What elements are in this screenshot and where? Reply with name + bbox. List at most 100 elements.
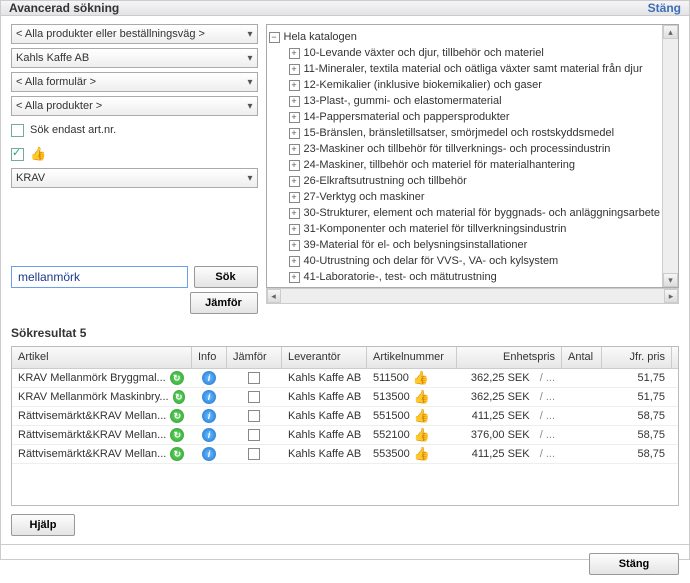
info-icon: i <box>202 409 216 423</box>
expand-icon[interactable]: + <box>289 240 300 251</box>
tree-item[interactable]: +24-Maskiner, tillbehör och materiel för… <box>269 157 661 173</box>
expand-icon[interactable]: + <box>289 208 300 219</box>
tree-item[interactable]: +31-Komponenter och materiel för tillver… <box>269 221 661 237</box>
collapse-icon[interactable]: − <box>269 32 280 43</box>
col-qty[interactable]: Antal <box>562 347 602 368</box>
expand-icon[interactable]: + <box>289 256 300 267</box>
cell-price: 362,25 SEK / ... <box>457 391 562 403</box>
col-info[interactable]: Info <box>192 347 227 368</box>
expand-icon[interactable]: + <box>289 160 300 171</box>
compare-checkbox[interactable] <box>248 391 260 403</box>
table-row[interactable]: KRAV Mellanmörk Bryggmal...↻i Kahls Kaffe… <box>12 369 678 388</box>
tree-item[interactable]: +13-Plast-, gummi- och elastomermaterial <box>269 93 661 109</box>
scroll-left-icon[interactable]: ◂ <box>267 289 281 303</box>
cell-compare[interactable] <box>227 410 282 422</box>
table-row[interactable]: Rättvisemärkt&KRAV Mellan...↻iKahls Kaff… <box>12 445 678 464</box>
tree-item-label: 10-Levande växter och djur, tillbehör oc… <box>304 47 544 59</box>
filter-products-select[interactable]: < Alla produkter >▾ <box>11 96 258 116</box>
tree-vscrollbar[interactable]: ▴ ▾ <box>662 25 678 287</box>
cell-refprice: 51,75 <box>602 391 672 403</box>
tree-item[interactable]: +27-Verktyg och maskiner <box>269 189 661 205</box>
expand-icon[interactable]: + <box>289 96 300 107</box>
expand-icon[interactable]: + <box>289 48 300 59</box>
tree-item[interactable]: +14-Pappersmaterial och pappersprodukter <box>269 109 661 125</box>
cell-info[interactable]: i <box>192 371 227 385</box>
tree-item[interactable]: +12-Kemikalier (inklusive biokemikalier)… <box>269 77 661 93</box>
cell-info[interactable]: i <box>192 428 227 442</box>
cell-compare[interactable] <box>227 372 282 384</box>
artnr-only-checkbox[interactable] <box>11 124 24 137</box>
expand-icon[interactable]: + <box>289 128 300 139</box>
tree-item[interactable]: +26-Elkraftsutrustning och tillbehör <box>269 173 661 189</box>
tree-item[interactable]: +40-Utrustning och delar för VVS-, VA- o… <box>269 253 661 269</box>
close-button[interactable]: Stäng <box>589 553 679 575</box>
thumb-up-icon: 👍 <box>414 408 430 424</box>
cell-compare[interactable] <box>227 429 282 441</box>
cell-supplier: Kahls Kaffe AB <box>282 372 367 384</box>
compare-checkbox[interactable] <box>248 429 260 441</box>
tree-root-label: Hela katalogen <box>284 31 357 43</box>
cell-compare[interactable] <box>227 448 282 460</box>
info-icon: i <box>202 428 216 442</box>
expand-icon[interactable]: + <box>289 80 300 91</box>
tree-item[interactable]: +39-Material för el- och belysningsinsta… <box>269 237 661 253</box>
col-supplier[interactable]: Leverantör <box>282 347 367 368</box>
chevron-down-icon: ▾ <box>247 29 252 40</box>
tree-item[interactable]: +30-Strukturer, element och material för… <box>269 205 661 221</box>
col-unit-price[interactable]: Enhetspris <box>457 347 562 368</box>
compare-checkbox[interactable] <box>248 372 260 384</box>
tree-item[interactable]: +10-Levande växter och djur, tillbehör o… <box>269 45 661 61</box>
chevron-down-icon: ▾ <box>247 173 252 184</box>
tree-item[interactable]: +15-Bränslen, bränsletillsatser, smörjme… <box>269 125 661 141</box>
filter-supplier-select[interactable]: Kahls Kaffe AB▾ <box>11 48 258 68</box>
table-row[interactable]: Rättvisemärkt&KRAV Mellan...↻iKahls Kaff… <box>12 426 678 445</box>
scroll-down-icon[interactable]: ▾ <box>663 273 678 287</box>
expand-icon[interactable]: + <box>289 144 300 155</box>
expand-icon[interactable]: + <box>289 192 300 203</box>
close-link[interactable]: Stäng <box>648 1 681 15</box>
compare-checkbox[interactable] <box>248 448 260 460</box>
filter-keyword-select[interactable]: KRAV ▾ <box>11 168 258 188</box>
tree-item-label: 40-Utrustning och delar för VVS-, VA- oc… <box>304 255 559 267</box>
help-button[interactable]: Hjälp <box>11 514 75 536</box>
tree-item[interactable]: +42-Medicinsk utrustning, tillbehör och … <box>269 285 661 287</box>
tree-item-label: 13-Plast-, gummi- och elastomermaterial <box>304 95 502 107</box>
table-row[interactable]: Rättvisemärkt&KRAV Mellan...↻iKahls Kaff… <box>12 407 678 426</box>
expand-icon[interactable]: + <box>289 224 300 235</box>
filter-product-path-select[interactable]: < Alla produkter eller beställningsväg >… <box>11 24 258 44</box>
filter-forms-select[interactable]: < Alla formulär >▾ <box>11 72 258 92</box>
scroll-right-icon[interactable]: ▸ <box>664 289 678 303</box>
tree-item-label: 30-Strukturer, element och material för … <box>304 207 661 219</box>
scroll-up-icon[interactable]: ▴ <box>663 25 678 39</box>
col-ref-price[interactable]: Jfr. pris <box>602 347 672 368</box>
thumb-filter-checkbox[interactable] <box>11 148 24 161</box>
compare-checkbox[interactable] <box>248 410 260 422</box>
col-artnum[interactable]: Artikelnummer <box>367 347 457 368</box>
tree-hscrollbar[interactable]: ◂ ▸ <box>266 288 680 304</box>
cell-refprice: 58,75 <box>602 448 672 460</box>
filter-panel: < Alla produkter eller beställningsväg >… <box>11 24 258 314</box>
cell-info[interactable]: i <box>192 390 227 404</box>
search-input[interactable] <box>11 266 188 288</box>
tree-item-label: 24-Maskiner, tillbehör och materiel för … <box>304 159 575 171</box>
compare-button[interactable]: Jämför <box>190 292 258 314</box>
filter-keyword-value: KRAV <box>16 172 45 184</box>
expand-icon[interactable]: + <box>289 176 300 187</box>
cell-compare[interactable] <box>227 391 282 403</box>
col-compare[interactable]: Jämför <box>227 347 282 368</box>
chevron-down-icon: ▾ <box>247 53 252 64</box>
cell-article: KRAV Mellanmörk Bryggmal...↻ <box>12 371 192 385</box>
tree-item[interactable]: +11-Mineraler, textila material och oätl… <box>269 61 661 77</box>
col-article[interactable]: Artikel <box>12 347 192 368</box>
cell-info[interactable]: i <box>192 447 227 461</box>
tree-root[interactable]: − Hela katalogen <box>269 29 661 45</box>
table-row[interactable]: KRAV Mellanmörk Maskinbry...↻iKahls Kaff… <box>12 388 678 407</box>
search-button[interactable]: Sök <box>194 266 258 288</box>
expand-icon[interactable]: + <box>289 272 300 283</box>
cell-info[interactable]: i <box>192 409 227 423</box>
chevron-down-icon: ▾ <box>247 101 252 112</box>
tree-item[interactable]: +23-Maskiner och tillbehör för tillverkn… <box>269 141 661 157</box>
expand-icon[interactable]: + <box>289 64 300 75</box>
expand-icon[interactable]: + <box>289 112 300 123</box>
tree-item[interactable]: +41-Laboratorie-, test- och mätutrustnin… <box>269 269 661 285</box>
